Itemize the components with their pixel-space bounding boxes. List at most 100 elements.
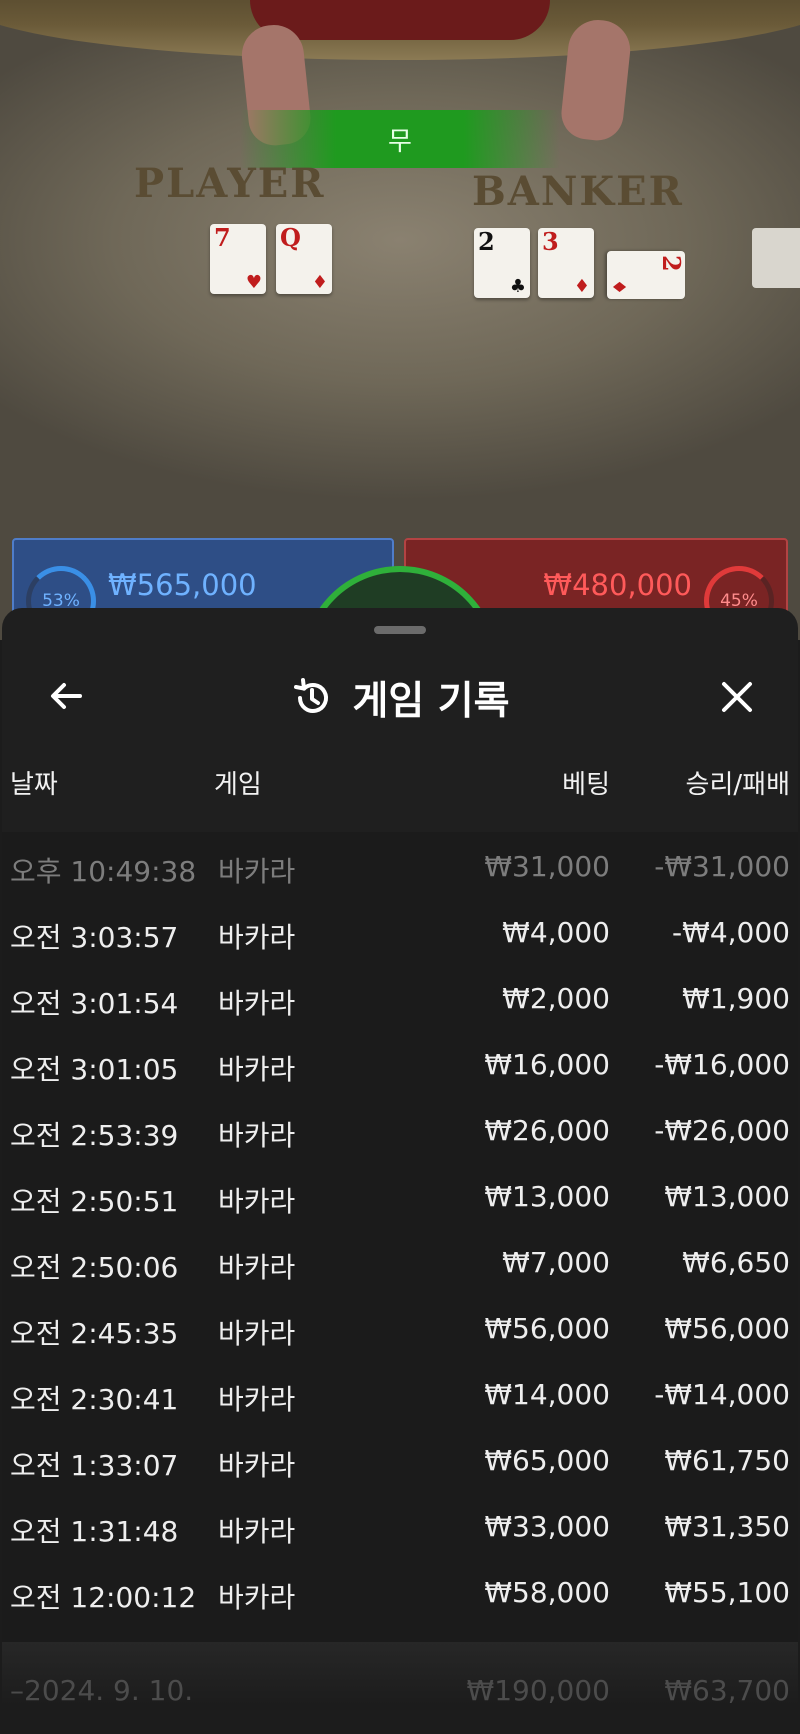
sheet-title: 게임 기록: [352, 679, 510, 724]
row-bet: ₩58,000: [484, 1576, 610, 1609]
row-date: 오전 3:01:54: [10, 987, 179, 1020]
row-game: 바카라: [218, 987, 296, 1020]
row-bet: ₩13,000: [484, 1180, 610, 1213]
row-date: 오전 2:50:06: [10, 1251, 179, 1284]
history-row[interactable]: 오전 2:50:51 바카라 ₩13,000 ₩13,000: [2, 1162, 798, 1228]
column-bet: 베팅: [562, 770, 610, 800]
row-date: 오전 1:33:07: [10, 1449, 179, 1482]
card-suit: ♦: [311, 272, 328, 293]
column-win-loss: 승리/패배: [685, 770, 790, 800]
history-list[interactable]: 오후 10:49:38 바카라 ₩31,000 -₩31,000 오전 3:03…: [2, 832, 798, 1642]
game-history-sheet: 게임 기록 날짜 게임 베팅 승리/패배 오후 10:49:38 바카라 ₩31…: [2, 608, 798, 1734]
row-win-loss: -₩4,000: [672, 916, 790, 949]
day-summary-row[interactable]: –2024. 9. 10. ₩190,000 ₩63,700: [2, 1642, 798, 1734]
row-bet: ₩16,000: [484, 1048, 610, 1081]
row-bet: ₩2,000: [502, 982, 610, 1015]
card-rank: 2: [478, 227, 495, 256]
card-shoe: [752, 228, 800, 288]
row-bet: ₩7,000: [502, 1246, 610, 1279]
sheet-title-group: 게임 기록: [2, 670, 798, 726]
row-win-loss: ₩1,900: [682, 982, 790, 1015]
row-win-loss: ₩61,750: [664, 1444, 790, 1477]
row-date: 오전 2:53:39: [10, 1119, 179, 1152]
row-win-loss: ₩31,350: [664, 1510, 790, 1543]
card-rank: 3: [542, 227, 559, 256]
row-win-loss: -₩26,000: [654, 1114, 790, 1147]
column-game: 게임: [214, 770, 262, 800]
history-column-headers: 날짜 게임 베팅 승리/패배: [2, 756, 798, 806]
row-date: 오전 3:01:05: [10, 1053, 179, 1086]
history-icon: [294, 678, 329, 713]
row-game: 바카라: [218, 1053, 296, 1086]
row-win-loss: ₩56,000: [664, 1312, 790, 1345]
row-game: 바카라: [218, 921, 296, 954]
history-row[interactable]: 오전 3:01:54 바카라 ₩2,000 ₩1,900: [2, 964, 798, 1030]
player-card: 7 ♥: [210, 224, 266, 294]
banker-bet-amount: ₩480,000: [543, 568, 692, 602]
history-row[interactable]: 오전 12:00:12 바카라 ₩58,000 ₩55,100: [2, 1558, 798, 1624]
row-bet: ₩33,000: [484, 1510, 610, 1543]
row-game: 바카라: [218, 855, 296, 888]
live-video-stage: 무 PLAYER BANKER 7 ♥ Q ♦ 2 ♣ 3 ♦ 2 ♦ 53% …: [0, 0, 800, 640]
row-game: 바카라: [218, 1185, 296, 1218]
row-game: 바카라: [218, 1515, 296, 1548]
row-date: 오후 10:49:38: [10, 855, 197, 888]
row-bet: ₩65,000: [484, 1444, 610, 1477]
row-game: 바카라: [218, 1449, 296, 1482]
row-date: 오전 2:45:35: [10, 1317, 179, 1350]
card-suit: ♥: [245, 272, 262, 293]
close-icon: [722, 682, 752, 712]
history-row[interactable]: 오전 3:01:05 바카라 ₩16,000 -₩16,000: [2, 1030, 798, 1096]
row-date: 오전 12:00:12: [10, 1581, 197, 1614]
history-row[interactable]: 오후 10:49:38 바카라 ₩31,000 -₩31,000: [2, 832, 798, 898]
row-game: 바카라: [218, 1119, 296, 1152]
banker-card: 3 ♦: [538, 228, 594, 298]
row-bet: ₩26,000: [484, 1114, 610, 1147]
history-row[interactable]: 오전 1:31:48 바카라 ₩33,000 ₩31,350: [2, 1492, 798, 1558]
close-button[interactable]: [712, 672, 762, 722]
player-side-label: PLAYER: [134, 160, 326, 207]
card-suit: ♦: [573, 276, 590, 297]
banker-side-label: BANKER: [472, 168, 684, 215]
row-bet: ₩4,000: [502, 916, 610, 949]
history-row[interactable]: 오전 3:03:57 바카라 ₩4,000 -₩4,000: [2, 898, 798, 964]
row-game: 바카라: [218, 1317, 296, 1350]
history-row[interactable]: 오전 2:45:35 바카라 ₩56,000 ₩56,000: [2, 1294, 798, 1360]
row-bet: ₩14,000: [484, 1378, 610, 1411]
row-date: 오전 3:03:57: [10, 921, 179, 954]
row-win-loss: ₩6,650: [682, 1246, 790, 1279]
row-date: 오전 2:30:41: [10, 1383, 179, 1416]
row-game: 바카라: [218, 1383, 296, 1416]
card-suit: ♣: [509, 276, 526, 297]
row-win-loss: ₩13,000: [664, 1180, 790, 1213]
card-rank: Q: [280, 223, 301, 252]
history-row[interactable]: 오전 2:53:39 바카라 ₩26,000 -₩26,000: [2, 1096, 798, 1162]
summary-date: –2024. 9. 10.: [10, 1674, 194, 1707]
round-outcome-text: 무: [388, 126, 412, 157]
summary-bet: ₩190,000: [466, 1674, 610, 1707]
row-game: 바카라: [218, 1581, 296, 1614]
row-win-loss: -₩16,000: [654, 1048, 790, 1081]
card-rank: 2: [657, 255, 686, 272]
sheet-header: 게임 기록: [2, 658, 798, 738]
row-bet: ₩56,000: [484, 1312, 610, 1345]
player-bet-amount: ₩565,000: [108, 568, 257, 602]
row-win-loss: ₩55,100: [664, 1576, 790, 1609]
column-date: 날짜: [10, 770, 58, 800]
history-row[interactable]: 오전 2:50:06 바카라 ₩7,000 ₩6,650: [2, 1228, 798, 1294]
history-row[interactable]: 오전 1:33:07 바카라 ₩65,000 ₩61,750: [2, 1426, 798, 1492]
card-rank: 7: [214, 223, 231, 252]
row-win-loss: -₩31,000: [654, 850, 790, 883]
player-card: Q ♦: [276, 224, 332, 294]
row-date: 오전 1:31:48: [10, 1515, 179, 1548]
summary-win-loss: ₩63,700: [664, 1674, 790, 1707]
banker-card-third: 2 ♦: [607, 251, 686, 299]
row-win-loss: -₩14,000: [654, 1378, 790, 1411]
sheet-drag-handle[interactable]: [374, 626, 426, 634]
card-suit: ♦: [608, 278, 629, 295]
banker-card: 2 ♣: [474, 228, 530, 298]
row-game: 바카라: [218, 1251, 296, 1284]
row-date: 오전 2:50:51: [10, 1185, 179, 1218]
history-row[interactable]: 오전 2:30:41 바카라 ₩14,000 -₩14,000: [2, 1360, 798, 1426]
row-bet: ₩31,000: [484, 850, 610, 883]
